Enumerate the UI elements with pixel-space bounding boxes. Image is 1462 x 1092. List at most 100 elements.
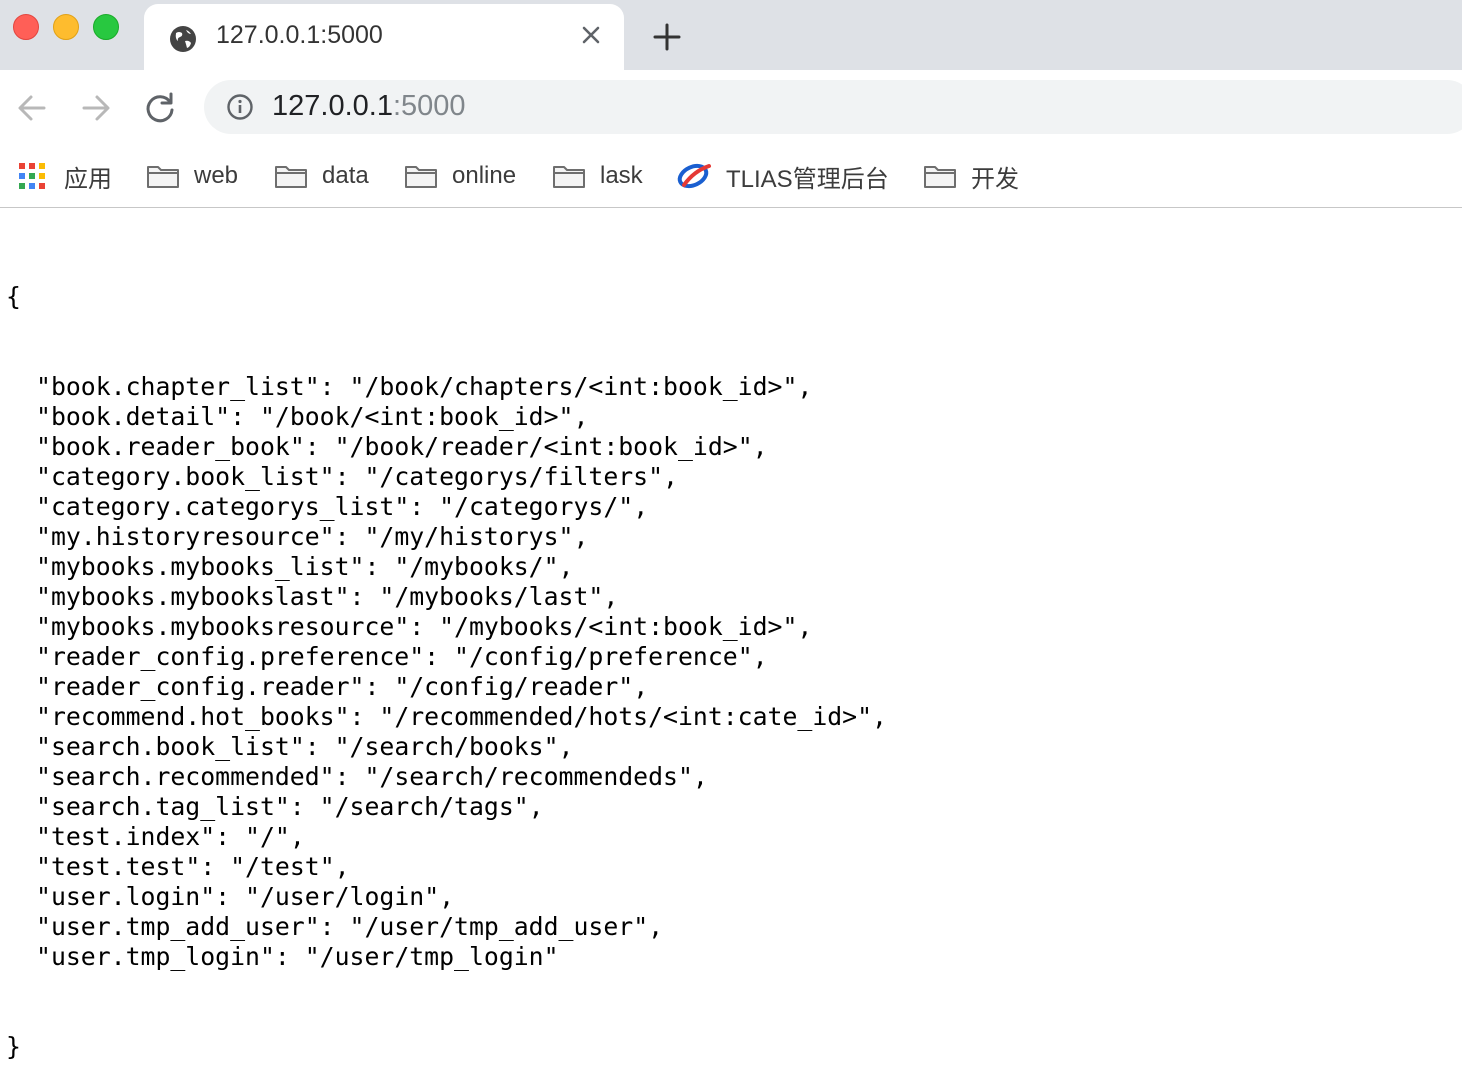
json-value: /config/preference [468, 642, 738, 671]
json-key: search.book_list [50, 732, 290, 761]
bookmark-label: TLIAS管理后台 [726, 165, 889, 193]
json-value: /search/tags [334, 792, 514, 821]
bookmark-label: 开发 [971, 165, 1019, 193]
window-close-button[interactable] [13, 14, 39, 40]
json-value: /my/historys [379, 522, 559, 551]
json-key: reader_config.preference [50, 642, 410, 671]
json-value: /mybooks/ [409, 552, 544, 581]
json-key: mybooks.mybookslast [50, 582, 335, 611]
json-entry: "mybooks.mybookslast": "/mybooks/last", [36, 582, 619, 611]
json-value: /search/recommendeds [379, 762, 678, 791]
url-text[interactable]: 127.0.0.1:5000 [272, 90, 466, 123]
json-key: user.tmp_login [50, 942, 260, 971]
json-entry: "reader_config.reader": "/config/reader"… [36, 672, 649, 701]
json-value: /user/tmp_login [319, 942, 544, 971]
reload-icon[interactable] [140, 88, 180, 128]
json-entry: "test.test": "/test", [36, 852, 350, 881]
json-entry: "search.tag_list": "/search/tags", [36, 792, 544, 821]
json-key: recommend.hot_books [50, 702, 335, 731]
json-value: /user/tmp_add_user [364, 912, 634, 941]
json-entry: "book.reader_book": "/book/reader/<int:b… [36, 432, 768, 461]
bookmark-folder-data[interactable]: data [274, 156, 369, 196]
info-icon[interactable] [226, 93, 254, 121]
browser-toolbar: 127.0.0.1:5000 [0, 70, 1462, 146]
json-key: book.reader_book [50, 432, 290, 461]
json-value: /categorys/filters [379, 462, 649, 491]
back-arrow-icon[interactable] [12, 88, 52, 128]
folder-icon [405, 166, 437, 188]
json-key: book.detail [50, 402, 216, 431]
json-entry: "user.tmp_login": "/user/tmp_login" [36, 942, 559, 971]
json-entries: "book.chapter_list": "/book/chapters/<in… [6, 372, 887, 972]
browser-tab[interactable]: 127.0.0.1:5000 [144, 4, 624, 70]
json-entry: "user.tmp_add_user": "/user/tmp_add_user… [36, 912, 664, 941]
json-entry: "test.index": "/", [36, 822, 305, 851]
json-entry: "user.login": "/user/login", [36, 882, 455, 911]
json-key: search.recommended [50, 762, 320, 791]
bookmark-folder-web[interactable]: web [146, 156, 238, 196]
json-entry: "category.book_list": "/categorys/filter… [36, 462, 678, 491]
apps-grid-icon [19, 163, 45, 189]
json-entry: "my.historyresource": "/my/historys", [36, 522, 589, 551]
tab-close-icon[interactable] [580, 24, 602, 46]
json-value: /user/login [259, 882, 425, 911]
json-key: user.login [50, 882, 201, 911]
json-key: category.book_list [50, 462, 320, 491]
bookmarks-bar: 应用 web data online lask TLIAS管理后台 开发 [0, 146, 1462, 208]
json-open-brace: { [6, 282, 21, 311]
json-value: / [259, 822, 275, 851]
bookmark-tlias[interactable]: TLIAS管理后台 [676, 156, 889, 196]
bookmark-label: 应用 [64, 165, 112, 193]
json-key: mybooks.mybooks_list [50, 552, 350, 581]
json-entry: "book.detail": "/book/<int:book_id>", [36, 402, 589, 431]
folder-icon [275, 166, 307, 188]
tlias-logo-icon [677, 163, 711, 189]
json-value: /config/reader [409, 672, 619, 701]
json-key: test.test [50, 852, 186, 881]
tab-title: 127.0.0.1:5000 [216, 21, 383, 49]
bookmark-label: online [452, 162, 517, 189]
json-entry: "category.categorys_list": "/categorys/"… [36, 492, 649, 521]
json-close-brace: } [6, 1032, 21, 1061]
json-key: mybooks.mybooksresource [50, 612, 395, 641]
json-value: /mybooks/<int:book_id> [454, 612, 783, 641]
json-value: /book/<int:book_id> [274, 402, 559, 431]
json-entry: "mybooks.mybooks_list": "/mybooks/", [36, 552, 574, 581]
bookmark-label: data [322, 162, 369, 189]
bookmark-folder-dev[interactable]: 开发 [923, 156, 1019, 196]
json-entry: "search.recommended": "/search/recommend… [36, 762, 708, 791]
json-value: /book/reader/<int:book_id> [349, 432, 738, 461]
bookmark-folder-online[interactable]: online [404, 156, 516, 196]
json-key: test.index [50, 822, 201, 851]
folder-icon [553, 166, 585, 188]
json-value: /search/books [349, 732, 544, 761]
json-key: search.tag_list [50, 792, 275, 821]
window-maximize-button[interactable] [93, 14, 119, 40]
json-output: { "book.chapter_list": "/book/chapters/<… [6, 222, 887, 1092]
new-tab-icon[interactable] [650, 20, 684, 54]
tab-strip: 127.0.0.1:5000 [0, 0, 1462, 70]
bookmark-label: web [194, 162, 239, 189]
bookmark-folder-lask[interactable]: lask [552, 156, 643, 196]
json-value: /recommended/hots/<int:cate_id> [394, 702, 858, 731]
window-minimize-button[interactable] [53, 14, 79, 40]
forward-arrow-icon[interactable] [76, 88, 116, 128]
json-value: /categorys/ [454, 492, 619, 521]
json-entry: "reader_config.preference": "/config/pre… [36, 642, 768, 671]
url-port: :5000 [392, 90, 466, 122]
json-entry: "search.book_list": "/search/books", [36, 732, 574, 761]
json-value: /test [245, 852, 320, 881]
json-entry: "recommend.hot_books": "/recommended/hot… [36, 702, 887, 731]
address-bar[interactable]: 127.0.0.1:5000 [204, 80, 1462, 134]
folder-icon [147, 166, 179, 188]
json-key: reader_config.reader [50, 672, 350, 701]
bookmark-apps[interactable]: 应用 [18, 156, 112, 196]
json-key: my.historyresource [50, 522, 320, 551]
bookmark-label: lask [600, 162, 643, 189]
json-entry: "mybooks.mybooksresource": "/mybooks/<in… [36, 612, 813, 641]
folder-icon [924, 166, 956, 188]
json-value: /book/chapters/<int:book_id> [364, 372, 783, 401]
json-entry: "book.chapter_list": "/book/chapters/<in… [36, 372, 813, 401]
json-key: book.chapter_list [50, 372, 305, 401]
url-host: 127.0.0.1 [272, 90, 393, 122]
